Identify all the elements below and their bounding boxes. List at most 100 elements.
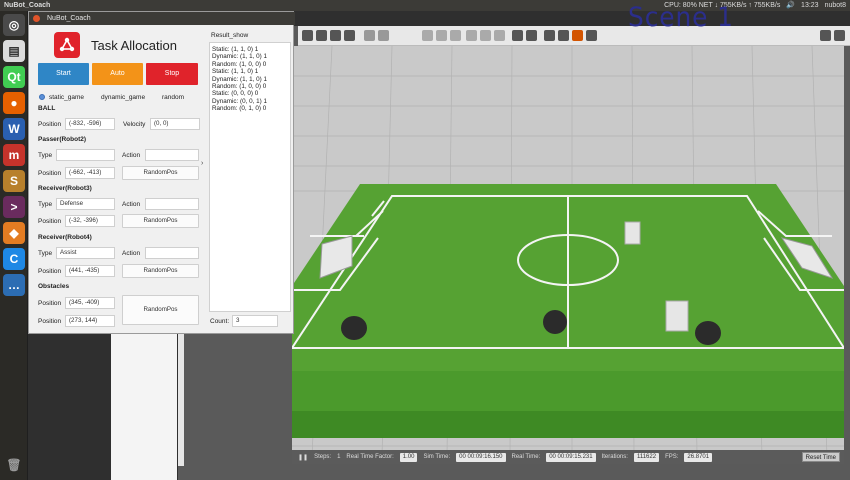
pause-icon[interactable]: ❚❚ xyxy=(298,454,308,461)
gazebo-toolbar xyxy=(298,26,850,46)
camera-mode-icon[interactable] xyxy=(586,30,597,41)
joint-icon[interactable] xyxy=(572,30,583,41)
firefox-icon[interactable]: ● xyxy=(3,92,25,114)
stop-button[interactable]: Stop xyxy=(146,63,198,85)
software-icon[interactable]: S xyxy=(3,170,25,192)
rtf-label: Real Time Factor: xyxy=(346,454,394,460)
result-line: Random: (1, 0, 0) 0 xyxy=(212,83,267,91)
share-logo-icon xyxy=(54,32,80,58)
trash-icon[interactable]: 🗑 xyxy=(3,454,25,476)
passer-action-field[interactable] xyxy=(145,149,199,161)
copy-icon[interactable] xyxy=(512,30,523,41)
ball-position-field[interactable]: (-832, -596) xyxy=(65,118,115,130)
result-line: Static: (0, 0, 0) 0 xyxy=(212,90,259,98)
desktop: NuBot_Coach CPU: 80% NET ↓ 755KB/s ↑ 755… xyxy=(0,0,850,480)
receiver3-action-field[interactable] xyxy=(145,198,199,210)
volume-icon[interactable]: 🔊 xyxy=(786,0,795,11)
steps-value[interactable]: 1 xyxy=(337,454,340,460)
receiver4-position-field[interactable]: (441, -435) xyxy=(65,265,115,277)
splitter-arrow-icon[interactable]: › xyxy=(201,160,203,167)
coach-window: NuBot_Coach Task Allocation Start Auto S… xyxy=(28,11,295,334)
window-title: NuBot_Coach xyxy=(47,15,91,22)
ball-heading: BALL xyxy=(38,105,56,112)
result-line: Random: (0, 1, 0) 0 xyxy=(212,105,267,113)
passer-heading: Passer(Robot2) xyxy=(38,136,87,143)
receiver3-randompos-button[interactable]: RandomPos xyxy=(122,214,199,228)
obstacle1-position-field[interactable]: (345, -409) xyxy=(65,297,115,309)
iterations-label: Iterations: xyxy=(601,454,628,460)
spot-light-icon[interactable] xyxy=(480,30,491,41)
record-icon[interactable] xyxy=(834,30,845,41)
receiver3-position-field[interactable]: (-32, -396) xyxy=(65,215,115,227)
obstacle2-position-field[interactable]: (273, 144) xyxy=(65,315,115,327)
result-list[interactable]: Static: (1, 1, 0) 1 Dynamic: (1, 1, 0) 1… xyxy=(209,42,291,312)
dash-icon[interactable]: ◎ xyxy=(3,14,25,36)
obstacles-heading: Obstacles xyxy=(38,283,70,290)
result-line: Dynamic: (1, 1, 0) 1 xyxy=(212,75,267,83)
translate-icon[interactable] xyxy=(316,30,327,41)
sim-time-label: Sim Time: xyxy=(423,454,451,460)
passer-randompos-button[interactable]: RandomPos xyxy=(122,166,199,180)
result-show-title: Result_show xyxy=(211,32,249,39)
count-field[interactable]: 3 xyxy=(232,315,278,327)
select-icon[interactable] xyxy=(302,30,313,41)
auto-button[interactable]: Auto xyxy=(92,63,143,85)
files-icon[interactable]: ▤ xyxy=(3,40,25,62)
gazebo-status-bar: ❚❚ Steps: 1 Real Time Factor: 1.00 Sim T… xyxy=(292,450,844,464)
user-name[interactable]: nubot8 xyxy=(825,0,846,11)
obstacle1-position-label: Position xyxy=(38,300,62,307)
receiver4-randompos-button[interactable]: RandomPos xyxy=(122,264,199,278)
align-icon[interactable] xyxy=(544,30,555,41)
directional-light-icon[interactable] xyxy=(494,30,505,41)
background-panel xyxy=(111,330,177,480)
sublime-icon[interactable]: ◆ xyxy=(3,222,25,244)
mode-label-static: static_game xyxy=(49,94,85,101)
code-icon[interactable]: C xyxy=(3,248,25,270)
mode-label-random[interactable]: random xyxy=(162,94,184,101)
writer-icon[interactable]: W xyxy=(3,118,25,140)
terminal-icon[interactable]: > xyxy=(3,196,25,218)
receiver4-action-field[interactable] xyxy=(145,247,199,259)
passer-action-label: Action xyxy=(122,152,141,159)
ball-velocity-field[interactable]: (0, 0) xyxy=(150,118,200,130)
box-shape-icon[interactable] xyxy=(422,30,433,41)
mail-icon[interactable]: m xyxy=(3,144,25,166)
steps-label: Steps: xyxy=(314,454,332,460)
receiver4-type-label: Type xyxy=(38,250,53,257)
reset-time-button[interactable]: Reset Time xyxy=(801,452,840,462)
redo-icon[interactable] xyxy=(378,30,389,41)
receiver4-heading: Receiver(Robot4) xyxy=(38,234,92,241)
receiver3-action-label: Action xyxy=(122,201,141,208)
cylinder-shape-icon[interactable] xyxy=(450,30,461,41)
more-apps-icon[interactable]: … xyxy=(3,274,25,296)
sphere-shape-icon[interactable] xyxy=(436,30,447,41)
scale-icon[interactable] xyxy=(344,30,355,41)
real-time-label: Real Time: xyxy=(511,454,541,460)
rotate-icon[interactable] xyxy=(330,30,341,41)
qt-creator-icon[interactable]: Qt xyxy=(3,66,25,88)
passer-type-field[interactable] xyxy=(56,149,115,161)
receiver3-type-field[interactable]: Defense xyxy=(56,198,115,210)
undo-icon[interactable] xyxy=(364,30,375,41)
start-button[interactable]: Start xyxy=(38,63,89,85)
screenshot-icon[interactable] xyxy=(820,30,831,41)
radio-static-game[interactable] xyxy=(39,94,45,100)
simulation-viewport[interactable] xyxy=(292,46,844,456)
app-title: Task Allocation xyxy=(91,38,177,53)
receiver4-type-field[interactable]: Assist xyxy=(56,247,115,259)
point-light-icon[interactable] xyxy=(466,30,477,41)
paste-icon[interactable] xyxy=(526,30,537,41)
ball-velocity-label: Velocity xyxy=(123,121,146,128)
result-line: Dynamic: (1, 1, 0) 1 xyxy=(212,53,267,61)
ball-position-label: Position xyxy=(38,121,62,128)
passer-position-field[interactable]: (-662, -413) xyxy=(65,167,115,179)
passer-position-label: Position xyxy=(38,170,62,177)
window-titlebar[interactable]: NuBot_Coach xyxy=(29,12,295,25)
launcher: ◎ ▤ Qt ● W m S > ◆ C … 🗑 xyxy=(0,11,28,480)
count-label: Count: xyxy=(210,318,230,325)
close-icon[interactable] xyxy=(33,15,40,22)
obstacles-randompos-button[interactable]: RandomPos xyxy=(122,295,199,325)
mode-label-dynamic[interactable]: dynamic_game xyxy=(101,94,145,101)
snap-icon[interactable] xyxy=(558,30,569,41)
clock[interactable]: 13:23 xyxy=(801,0,819,11)
